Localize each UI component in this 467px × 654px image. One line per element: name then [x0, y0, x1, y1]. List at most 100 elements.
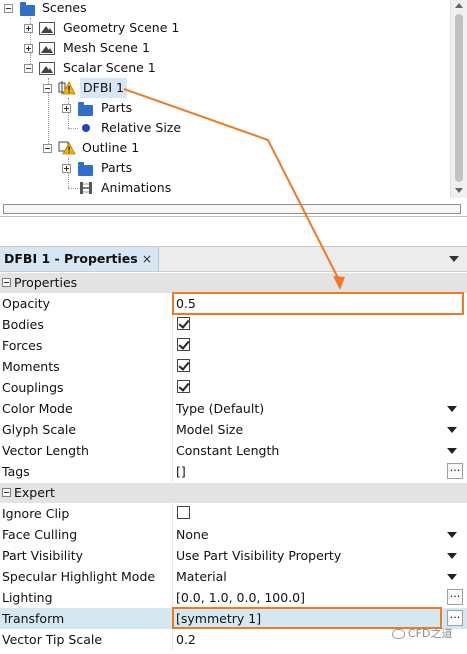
- tab-properties[interactable]: DFBI 1 - Properties ×: [0, 247, 160, 271]
- property-value-select[interactable]: Constant Length: [176, 440, 279, 461]
- property-value-select[interactable]: None: [176, 524, 209, 545]
- column-divider: [172, 398, 173, 419]
- tree-vertical-scrollbar[interactable]: [450, 0, 467, 198]
- watermark-text: CFD之道: [408, 627, 453, 640]
- tree-item-mesh-scene[interactable]: Mesh Scene 1: [0, 38, 300, 58]
- property-row-vector-length[interactable]: Vector Length Constant Length: [0, 440, 467, 461]
- collapse-toggle-icon[interactable]: [43, 144, 52, 153]
- property-value[interactable]: []: [176, 461, 186, 482]
- section-header-properties[interactable]: Properties: [0, 273, 467, 293]
- property-name: Specular Highlight Mode: [2, 569, 156, 584]
- checkbox[interactable]: [177, 317, 190, 330]
- ellipsis-button[interactable]: ...: [447, 462, 463, 479]
- tree-item-scenes[interactable]: Scenes: [0, 0, 300, 18]
- properties-tab-bar: DFBI 1 - Properties ×: [0, 247, 467, 272]
- tree-item-relative-size[interactable]: Relative Size: [0, 118, 300, 138]
- chevron-down-icon[interactable]: [447, 448, 457, 454]
- section-title: Properties: [14, 275, 78, 290]
- column-divider: [172, 356, 173, 377]
- chevron-down-icon[interactable]: [447, 427, 457, 433]
- property-row-ignore-clip[interactable]: Ignore Clip: [0, 503, 467, 524]
- property-value-input[interactable]: 0.2: [176, 629, 196, 650]
- property-value-select[interactable]: Material: [176, 566, 227, 587]
- close-icon[interactable]: ×: [142, 251, 152, 266]
- collapse-toggle-icon[interactable]: [43, 84, 52, 93]
- folder-icon: [20, 2, 35, 16]
- property-row-couplings[interactable]: Couplings: [0, 377, 467, 398]
- checkbox[interactable]: [177, 380, 190, 393]
- collapse-toggle-icon[interactable]: [2, 278, 11, 287]
- checkbox[interactable]: [177, 338, 190, 351]
- tree-item-parts[interactable]: Parts: [0, 158, 300, 178]
- section-header-expert[interactable]: Expert: [0, 483, 467, 503]
- expand-toggle-icon[interactable]: [62, 104, 71, 113]
- tree-item-label: Mesh Scene 1: [63, 40, 150, 55]
- tree-item-animations[interactable]: Animations: [0, 178, 300, 198]
- property-name: Moments: [2, 359, 60, 374]
- scene-icon: [39, 22, 55, 35]
- collapse-toggle-icon[interactable]: [2, 488, 11, 497]
- tab-menu-chevron-down-icon[interactable]: [449, 256, 459, 262]
- displayer-warning-icon: [58, 81, 76, 95]
- property-row-color-mode[interactable]: Color Mode Type (Default): [0, 398, 467, 419]
- property-value-select[interactable]: Model Size: [176, 419, 243, 440]
- column-divider: [172, 377, 173, 398]
- property-value-select[interactable]: Use Part Visibility Property: [176, 545, 341, 566]
- chevron-down-icon[interactable]: [447, 532, 457, 538]
- property-row-bodies[interactable]: Bodies: [0, 314, 467, 335]
- chevron-down-icon[interactable]: [447, 574, 457, 580]
- property-row-forces[interactable]: Forces: [0, 335, 467, 356]
- watermark: CFD之道: [392, 625, 452, 641]
- property-row-lighting[interactable]: Lighting [0.0, 1.0, 0.0, 100.0] ...: [0, 587, 467, 608]
- tree-item-parts[interactable]: Parts: [0, 98, 300, 118]
- expand-toggle-icon[interactable]: [24, 24, 33, 33]
- property-name: Vector Length: [2, 443, 89, 458]
- scene-icon: [39, 62, 55, 75]
- checkbox[interactable]: [177, 359, 190, 372]
- chevron-down-icon[interactable]: [447, 553, 457, 559]
- tab-title: DFBI 1 - Properties: [4, 251, 138, 266]
- tree-item-label: Geometry Scene 1: [63, 20, 180, 35]
- opacity-highlight-box: [172, 292, 464, 315]
- property-name: Transform: [2, 611, 65, 626]
- property-name: Color Mode: [2, 401, 73, 416]
- chevron-down-icon[interactable]: [447, 406, 457, 412]
- property-value[interactable]: [0.0, 1.0, 0.0, 100.0]: [176, 587, 305, 608]
- expand-toggle-icon[interactable]: [62, 164, 71, 173]
- ellipsis-button[interactable]: ...: [447, 609, 463, 626]
- chat-bubble-icon: [392, 629, 405, 639]
- tree-item-outline[interactable]: Outline 1: [0, 138, 300, 158]
- tree-item-scalar-scene[interactable]: Scalar Scene 1: [0, 58, 300, 78]
- property-row-specular-highlight-mode[interactable]: Specular Highlight Mode Material: [0, 566, 467, 587]
- column-divider: [172, 545, 173, 566]
- collapse-toggle-icon[interactable]: [24, 64, 33, 73]
- tree-item-label: Animations: [101, 180, 172, 195]
- column-divider: [172, 314, 173, 335]
- expand-toggle-icon[interactable]: [24, 44, 33, 53]
- property-value-select[interactable]: Type (Default): [176, 398, 264, 419]
- tree-status-bar: [3, 204, 461, 214]
- tree-item-label: Scenes: [42, 0, 87, 15]
- property-row-glyph-scale[interactable]: Glyph Scale Model Size: [0, 419, 467, 440]
- collapse-toggle-icon[interactable]: [4, 4, 13, 13]
- scene-icon: [39, 42, 55, 55]
- tree-item-geometry-scene[interactable]: Geometry Scene 1: [0, 18, 300, 38]
- property-row-tags[interactable]: Tags [] ...: [0, 461, 467, 482]
- property-name: Couplings: [2, 380, 64, 395]
- section-title: Expert: [14, 485, 55, 500]
- checkbox[interactable]: [177, 506, 190, 519]
- property-name: Lighting: [2, 590, 53, 605]
- property-row-face-culling[interactable]: Face Culling None: [0, 524, 467, 545]
- tree-item-label: Parts: [101, 100, 133, 115]
- property-row-part-visibility[interactable]: Part Visibility Use Part Visibility Prop…: [0, 545, 467, 566]
- property-name: Tags: [2, 464, 30, 479]
- scroll-down-arrow-icon[interactable]: [455, 188, 463, 193]
- scroll-up-arrow-icon[interactable]: [455, 3, 463, 8]
- column-divider: [172, 461, 173, 482]
- tree-item-dfbi[interactable]: DFBI 1: [0, 78, 300, 98]
- scene-tree-panel: Scenes Geometry Scene 1 Mesh Scene 1 Sca…: [0, 0, 467, 217]
- ellipsis-button[interactable]: ...: [447, 588, 463, 605]
- property-row-moments[interactable]: Moments: [0, 356, 467, 377]
- scrollbar-thumb[interactable]: [455, 14, 463, 182]
- property-dot-icon: [82, 124, 90, 132]
